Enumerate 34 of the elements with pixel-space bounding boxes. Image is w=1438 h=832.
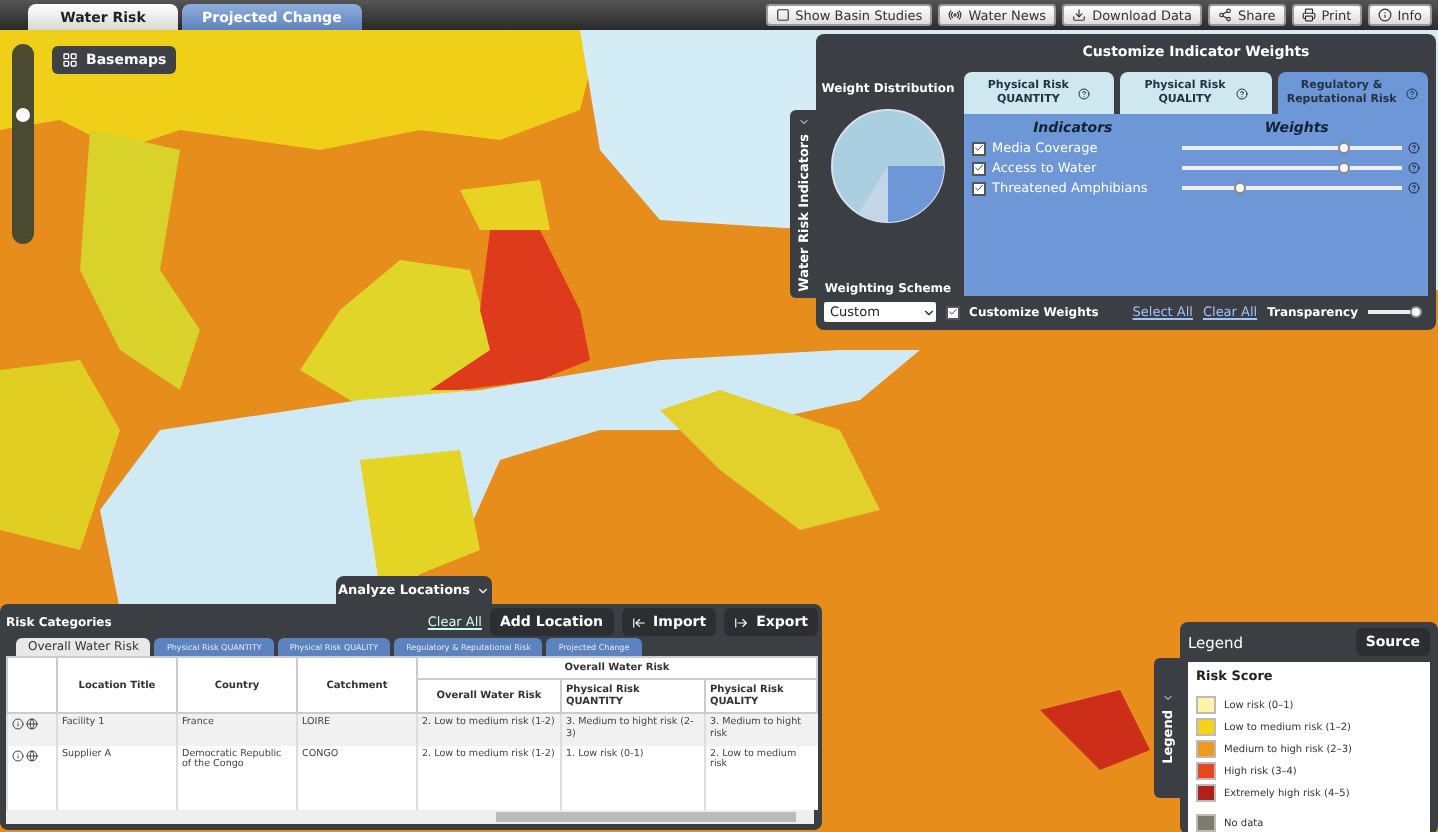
caret-icon [1161,692,1173,705]
help-icon[interactable] [1408,182,1420,194]
toolbar-icon [1217,8,1232,22]
customize-weights-checkbox[interactable] [945,305,960,319]
caret-icon [921,305,936,319]
weight-thumb[interactable] [1338,162,1351,174]
caret-icon [476,583,491,597]
export-icon [734,615,749,629]
import-icon [631,615,646,629]
info-icon[interactable] [12,718,24,730]
help-icon[interactable] [1408,142,1420,154]
weight-thumb[interactable] [1338,142,1351,154]
toolbar-icon [775,8,790,22]
toolbar-icon [948,8,963,22]
indicator-checkbox[interactable] [972,161,986,175]
weight-pie-drawing [830,108,946,224]
weight-thumb[interactable] [1233,182,1246,194]
toolbar-icon [1301,8,1316,22]
zoom-slider[interactable] [12,44,34,244]
indicator-checkbox[interactable] [972,141,986,155]
globe-icon[interactable] [26,718,38,730]
transparency-thumb[interactable] [1410,306,1422,318]
grid-icon [62,52,78,68]
help-icon[interactable] [1406,87,1419,99]
help-icon[interactable] [1235,87,1248,99]
toolbar-icon [1072,8,1087,22]
caret-icon [797,116,809,128]
info-icon[interactable] [12,749,24,761]
zoom-thumb[interactable] [16,108,30,122]
help-icon[interactable] [1408,162,1420,174]
help-icon[interactable] [1078,87,1091,99]
globe-icon[interactable] [26,749,38,761]
indicator-checkbox[interactable] [972,181,986,195]
toolbar-icon [1377,8,1392,22]
